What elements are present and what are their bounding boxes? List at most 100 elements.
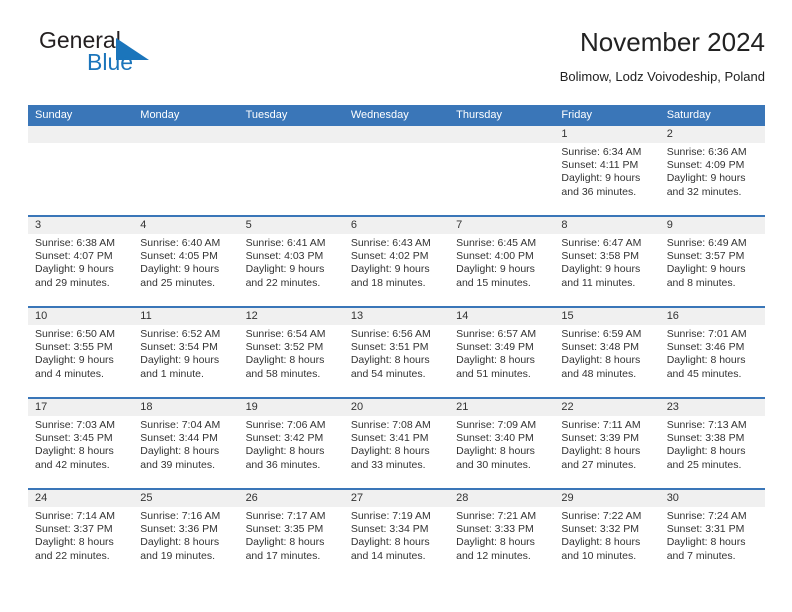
weekday-header-wednesday: Wednesday	[350, 109, 409, 121]
day-number[interactable]: 22	[554, 399, 659, 416]
day-cell[interactable]: Sunrise: 7:08 AM Sunset: 3:41 PM Daylight:…	[344, 416, 449, 488]
day-number[interactable]: 25	[133, 490, 238, 507]
day-cell[interactable]: Sunrise: 6:36 AM Sunset: 4:09 PM Daylight:…	[660, 143, 765, 215]
sunset-time: Sunset: 3:39 PM	[561, 432, 640, 445]
day-cell[interactable]: Sunrise: 7:06 AM Sunset: 3:42 PM Daylight:…	[239, 416, 344, 488]
day-number[interactable]: 3	[28, 217, 133, 234]
day-number[interactable]: 12	[239, 308, 344, 325]
daylight-duration-line1: Daylight: 8 hours	[456, 354, 535, 367]
daylight-duration-line2: and 30 minutes.	[456, 458, 531, 471]
sunset-time: Sunset: 3:46 PM	[666, 341, 745, 354]
day-cell[interactable]: Sunrise: 6:57 AM Sunset: 3:49 PM Daylight:…	[449, 325, 554, 397]
daylight-duration-line1: Daylight: 9 hours	[456, 263, 535, 276]
day-cell[interactable]: Sunrise: 6:59 AM Sunset: 3:48 PM Daylight:…	[554, 325, 659, 397]
day-number[interactable]: 17	[28, 399, 133, 416]
day-cell-empty	[133, 143, 238, 215]
day-number[interactable]: 24	[28, 490, 133, 507]
day-cell[interactable]: Sunrise: 6:47 AM Sunset: 3:58 PM Daylight:…	[554, 234, 659, 306]
calendar-week-row: 3 4 5 6 7 8 9 Sunrise: 6:38 AM Sunset: 4:07 PM Da…	[28, 217, 765, 308]
sunset-time: Sunset: 3:58 PM	[561, 250, 640, 263]
sunset-time: Sunset: 4:00 PM	[456, 250, 534, 263]
day-number[interactable]: 1	[554, 126, 659, 143]
daylight-duration-line1: Daylight: 8 hours	[456, 445, 535, 458]
day-cell[interactable]: Sunrise: 7:19 AM Sunset: 3:34 PM Daylight:…	[344, 507, 449, 579]
day-cell[interactable]: Sunrise: 6:52 AM Sunset: 3:54 PM Daylight:…	[133, 325, 238, 397]
day-cell[interactable]: Sunrise: 7:01 AM Sunset: 3:46 PM Daylight:…	[660, 325, 765, 397]
day-cell[interactable]: Sunrise: 6:54 AM Sunset: 3:52 PM Daylight:…	[239, 325, 344, 397]
day-number[interactable]: 20	[344, 399, 449, 416]
daylight-duration-line1: Daylight: 8 hours	[666, 354, 746, 367]
day-number[interactable]: 19	[239, 399, 344, 416]
day-number[interactable]: 13	[344, 308, 449, 325]
day-number-empty	[133, 126, 238, 143]
weekday-header-friday: Friday	[561, 109, 592, 121]
day-cell[interactable]: Sunrise: 6:50 AM Sunset: 3:55 PM Daylight:…	[28, 325, 133, 397]
day-number[interactable]: 9	[660, 217, 765, 234]
day-cell-empty	[28, 143, 133, 215]
daylight-duration-line2: and 12 minutes.	[456, 549, 531, 562]
day-number[interactable]: 23	[660, 399, 765, 416]
daylight-duration-line1: Daylight: 9 hours	[666, 172, 746, 185]
calendar-page: General Blue November 2024 Bolimow, Lodz…	[0, 0, 792, 612]
day-number[interactable]: 2	[660, 126, 765, 143]
daylight-duration-line2: and 1 minute.	[140, 367, 204, 380]
sunset-time: Sunset: 3:44 PM	[140, 432, 218, 445]
sunrise-time: Sunrise: 7:17 AM	[245, 510, 326, 522]
day-cell[interactable]: Sunrise: 6:40 AM Sunset: 4:05 PM Daylight:…	[133, 234, 238, 306]
day-number[interactable]: 5	[239, 217, 344, 234]
day-cell[interactable]: Sunrise: 7:17 AM Sunset: 3:35 PM Daylight:…	[239, 507, 344, 579]
day-number[interactable]: 27	[344, 490, 449, 507]
day-cell[interactable]: Sunrise: 7:22 AM Sunset: 3:32 PM Daylight:…	[554, 507, 659, 579]
day-number[interactable]: 21	[449, 399, 554, 416]
day-cell-empty	[449, 143, 554, 215]
day-number[interactable]: 30	[660, 490, 765, 507]
day-cell[interactable]: Sunrise: 7:09 AM Sunset: 3:40 PM Daylight:…	[449, 416, 554, 488]
day-number[interactable]: 11	[133, 308, 238, 325]
sunrise-time: Sunrise: 7:01 AM	[666, 328, 747, 340]
day-cell[interactable]: Sunrise: 7:11 AM Sunset: 3:39 PM Daylight:…	[554, 416, 659, 488]
sunrise-time: Sunrise: 6:59 AM	[561, 328, 642, 340]
day-number[interactable]: 18	[133, 399, 238, 416]
day-cell[interactable]: Sunrise: 7:24 AM Sunset: 3:31 PM Daylight:…	[660, 507, 765, 579]
daylight-duration-line2: and 17 minutes.	[245, 549, 321, 562]
day-cell[interactable]: Sunrise: 6:49 AM Sunset: 3:57 PM Daylight:…	[660, 234, 765, 306]
daylight-duration-line2: and 25 minutes.	[140, 276, 215, 289]
daylight-duration-line2: and 10 minutes.	[561, 549, 637, 562]
day-number[interactable]: 6	[344, 217, 449, 234]
day-number[interactable]: 7	[449, 217, 554, 234]
sunrise-time: Sunrise: 6:52 AM	[140, 328, 221, 340]
daylight-duration-line2: and 33 minutes.	[350, 458, 426, 471]
day-number[interactable]: 15	[554, 308, 659, 325]
sunset-time: Sunset: 3:42 PM	[245, 432, 324, 445]
sunset-time: Sunset: 3:36 PM	[140, 523, 218, 536]
day-number[interactable]: 4	[133, 217, 238, 234]
daylight-duration-line2: and 36 minutes.	[245, 458, 321, 471]
day-number[interactable]: 29	[554, 490, 659, 507]
daylight-duration-line1: Daylight: 8 hours	[350, 354, 430, 367]
sunrise-time: Sunrise: 7:14 AM	[35, 510, 115, 522]
daylight-duration-line2: and 36 minutes.	[561, 185, 637, 198]
day-cell[interactable]: Sunrise: 6:45 AM Sunset: 4:00 PM Daylight:…	[449, 234, 554, 306]
day-cell[interactable]: Sunrise: 7:03 AM Sunset: 3:45 PM Daylight:…	[28, 416, 133, 488]
day-cell[interactable]: Sunrise: 7:21 AM Sunset: 3:33 PM Daylight:…	[449, 507, 554, 579]
day-number[interactable]: 10	[28, 308, 133, 325]
brand-logo[interactable]: General Blue	[28, 26, 288, 88]
day-number[interactable]: 26	[239, 490, 344, 507]
day-cell[interactable]: Sunrise: 7:14 AM Sunset: 3:37 PM Daylight:…	[28, 507, 133, 579]
day-number[interactable]: 14	[449, 308, 554, 325]
daylight-duration-line1: Daylight: 8 hours	[140, 536, 220, 549]
day-number[interactable]: 16	[660, 308, 765, 325]
day-cell[interactable]: Sunrise: 7:04 AM Sunset: 3:44 PM Daylight:…	[133, 416, 238, 488]
sunset-time: Sunset: 3:48 PM	[561, 341, 640, 354]
sunrise-time: Sunrise: 6:41 AM	[245, 237, 326, 249]
day-cell[interactable]: Sunrise: 6:43 AM Sunset: 4:02 PM Daylight:…	[344, 234, 449, 306]
day-number[interactable]: 8	[554, 217, 659, 234]
day-cell[interactable]: Sunrise: 7:16 AM Sunset: 3:36 PM Daylight:…	[133, 507, 238, 579]
day-cell[interactable]: Sunrise: 6:34 AM Sunset: 4:11 PM Daylight:…	[554, 143, 659, 215]
day-cell[interactable]: Sunrise: 6:56 AM Sunset: 3:51 PM Daylight:…	[344, 325, 449, 397]
day-cell[interactable]: Sunrise: 6:41 AM Sunset: 4:03 PM Daylight:…	[239, 234, 344, 306]
day-cell[interactable]: Sunrise: 6:38 AM Sunset: 4:07 PM Daylight:…	[28, 234, 133, 306]
day-number-empty	[449, 126, 554, 143]
day-number[interactable]: 28	[449, 490, 554, 507]
day-cell[interactable]: Sunrise: 7:13 AM Sunset: 3:38 PM Daylight:…	[660, 416, 765, 488]
